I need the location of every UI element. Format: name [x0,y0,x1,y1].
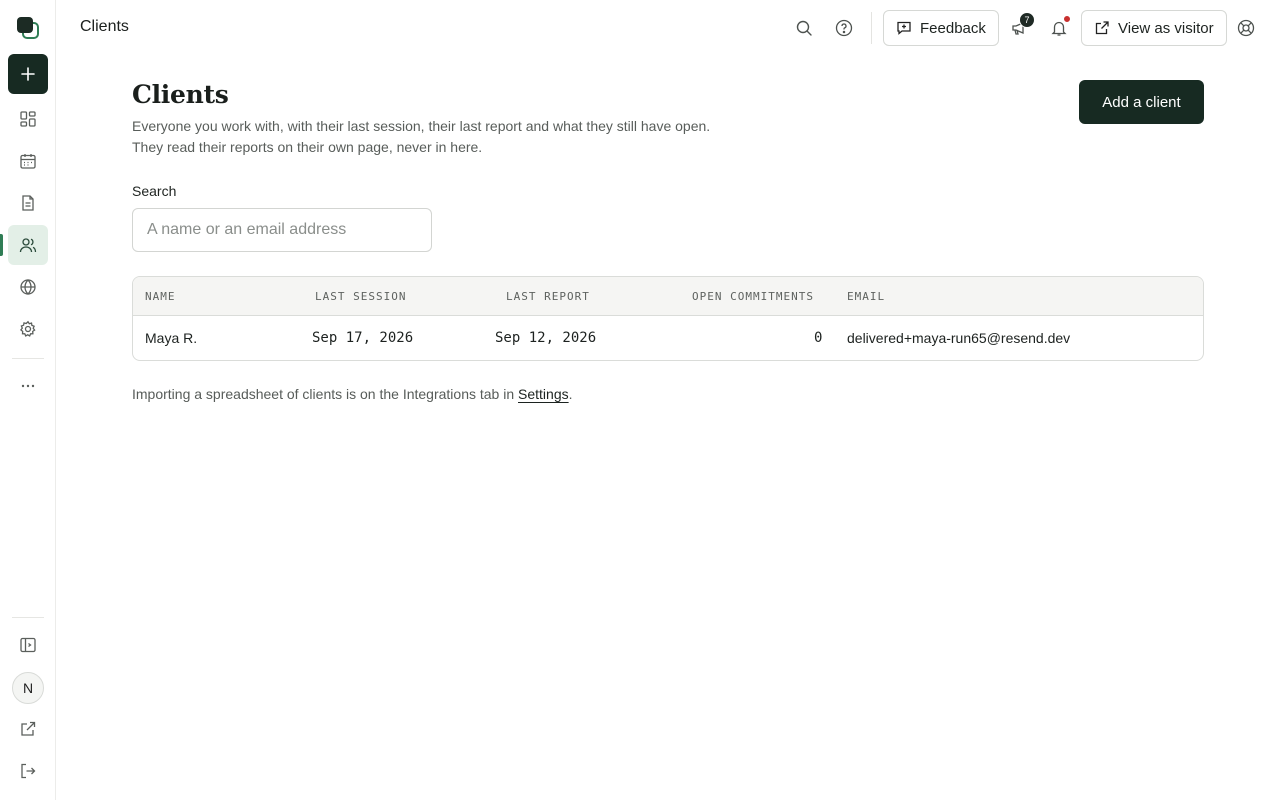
feedback-label: Feedback [920,19,986,37]
table-row[interactable]: Maya R. Sep 17, 2026 Sep 12, 2026 0 deli… [133,317,1203,360]
logout-button[interactable] [8,751,48,791]
gear-icon [19,320,37,338]
sidebar-item-settings[interactable] [8,309,48,349]
column-header-last-session[interactable]: LAST SESSION [315,290,406,303]
logout-icon [19,762,37,780]
users-icon [19,236,37,254]
calendar-icon [19,152,37,170]
column-header-email[interactable]: EMAIL [847,290,885,303]
sidebar-item-website[interactable] [8,267,48,307]
column-header-open-commitments[interactable]: OPEN COMMITMENTS [692,290,814,303]
add-client-button[interactable]: Add a client [1079,80,1204,124]
sidebar-item-dashboard[interactable] [8,99,48,139]
active-indicator [0,234,3,256]
column-header-name[interactable]: NAME [145,290,176,303]
create-new-button[interactable] [8,54,48,94]
notification-dot [1063,15,1071,23]
open-external-button[interactable] [8,709,48,749]
column-header-last-report[interactable]: LAST REPORT [506,290,590,303]
sidebar-divider [12,358,44,359]
app-logo[interactable] [16,16,40,40]
search-icon [795,19,813,37]
globe-icon [19,278,37,296]
avatar-initial: N [22,680,34,696]
document-icon [19,194,37,212]
page-title: Clients [132,80,229,109]
more-button[interactable] [8,366,48,406]
table-header: NAME LAST SESSION LAST REPORT OPEN COMMI… [133,277,1203,316]
sidebar-toggle-icon [19,636,37,654]
plus-icon [20,66,36,82]
search-button[interactable] [790,14,818,42]
external-link-icon [1094,20,1110,36]
view-as-visitor-button[interactable]: View as visitor [1081,10,1227,46]
page-breadcrumb: Clients [80,18,129,35]
external-link-icon [19,720,37,738]
search-label: Search [132,183,177,199]
sidebar-item-calendar[interactable] [8,141,48,181]
footnote-text: Importing a spreadsheet of clients is on… [132,386,519,402]
support-button[interactable] [1232,14,1260,42]
feedback-button[interactable]: Feedback [883,10,999,46]
settings-link[interactable]: Settings [518,386,569,402]
lifebuoy-icon [1237,19,1255,37]
help-circle-icon [835,19,853,37]
clients-table: NAME LAST SESSION LAST REPORT OPEN COMMI… [132,276,1204,361]
more-horizontal-icon [19,377,37,395]
client-name[interactable]: Maya R. [145,330,197,346]
page-description: Everyone you work with, with their last … [132,118,711,155]
search-input[interactable] [132,208,432,252]
view-as-visitor-label: View as visitor [1118,19,1214,37]
avatar[interactable]: N [12,672,44,704]
import-footnote: Importing a spreadsheet of clients is on… [132,386,573,402]
client-email: delivered+maya-run65@resend.dev [847,330,1071,346]
grid-icon [19,110,37,128]
footnote-period: . [568,386,573,402]
message-plus-icon [896,20,912,36]
announcement-count-badge: 7 [1019,12,1035,28]
client-last-report: Sep 12, 2026 [495,330,597,346]
help-button[interactable] [830,14,858,42]
sidebar-item-clients[interactable] [8,225,48,265]
collapse-sidebar-button[interactable] [8,625,48,665]
client-open-commitments: 0 [814,330,823,346]
toolbar-divider [871,12,872,44]
client-last-session: Sep 17, 2026 [312,330,414,346]
add-client-label: Add a client [1102,93,1181,111]
sidebar-item-reports[interactable] [8,183,48,223]
sidebar-divider [12,617,44,618]
sidebar: N [0,0,56,800]
